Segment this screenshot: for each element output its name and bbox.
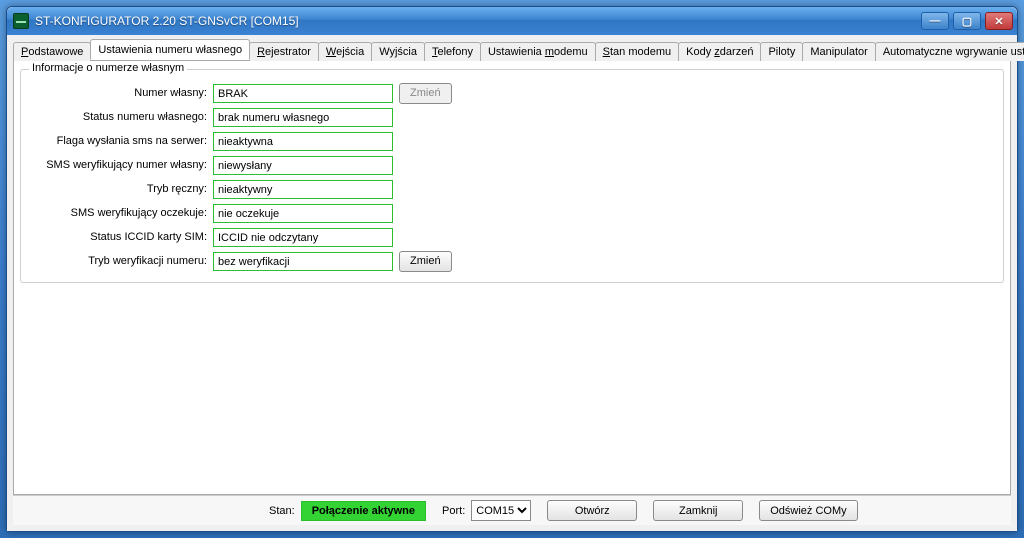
tab-telefony[interactable]: Telefony <box>424 42 481 61</box>
tab-ustawienia-numeru[interactable]: Ustawienia numeru własnego <box>90 39 250 60</box>
value-sms-waiting: nie oczekuje <box>213 204 393 223</box>
tab-piloty[interactable]: Piloty <box>760 42 803 61</box>
value-manual-mode: nieaktywny <box>213 180 393 199</box>
group-own-number-info: Informacje o numerze własnym Numer własn… <box>20 69 1004 283</box>
status-state-label: Stan: <box>269 505 295 517</box>
tab-ustawienia-modemu[interactable]: Ustawienia modemu <box>480 42 596 61</box>
open-button[interactable]: Otwórz <box>547 500 637 521</box>
label-iccid: Status ICCID karty SIM: <box>29 231 213 243</box>
row-manual-mode: Tryb ręczny: nieaktywny <box>29 178 995 200</box>
label-own-number: Numer własny: <box>29 87 213 99</box>
status-state-group: Stan: Połączenie aktywne <box>269 501 426 521</box>
row-sms-flag: Flaga wysłania sms na serwer: nieaktywna <box>29 130 995 152</box>
client-area: Podstawowe Ustawienia numeru własnego Re… <box>7 35 1017 531</box>
label-sms-waiting: SMS weryfikujący oczekuje: <box>29 207 213 219</box>
tab-kody-zdarzen[interactable]: Kody zdarzeń <box>678 42 761 61</box>
port-select[interactable]: COM15 <box>471 500 531 521</box>
row-sms-verify: SMS weryfikujący numer własny: niewysłan… <box>29 154 995 176</box>
tab-rejestrator[interactable]: Rejestrator <box>249 42 319 61</box>
app-icon <box>13 13 29 29</box>
value-verify-mode: bez weryfikacji <box>213 252 393 271</box>
tab-podstawowe[interactable]: Podstawowe <box>13 42 91 61</box>
tab-wyjscia[interactable]: Wyjścia <box>371 42 425 61</box>
tab-manipulator[interactable]: Manipulator <box>802 42 875 61</box>
close-button[interactable]: ✕ <box>985 12 1013 30</box>
label-own-number-status: Status numeru własnego: <box>29 111 213 123</box>
window-title: ST-KONFIGURATOR 2.20 ST-GNSvCR [COM15] <box>35 14 921 28</box>
change-verify-mode-button[interactable]: Zmień <box>399 251 452 272</box>
value-own-number: BRAK <box>213 84 393 103</box>
tab-content: Informacje o numerze własnym Numer własn… <box>13 61 1011 495</box>
close-port-button[interactable]: Zamknij <box>653 500 743 521</box>
status-port-group: Port: COM15 <box>442 500 531 521</box>
row-iccid: Status ICCID karty SIM: ICCID nie odczyt… <box>29 226 995 248</box>
app-window: ST-KONFIGURATOR 2.20 ST-GNSvCR [COM15] —… <box>6 6 1018 532</box>
value-own-number-status: brak numeru własnego <box>213 108 393 127</box>
tab-stan-modemu[interactable]: Stan modemu <box>595 42 680 61</box>
maximize-button[interactable]: ▢ <box>953 12 981 30</box>
titlebar: ST-KONFIGURATOR 2.20 ST-GNSvCR [COM15] —… <box>7 7 1017 35</box>
tab-bar: Podstawowe Ustawienia numeru własnego Re… <box>13 39 1011 61</box>
row-own-number-status: Status numeru własnego: brak numeru włas… <box>29 106 995 128</box>
label-sms-verify: SMS weryfikujący numer własny: <box>29 159 213 171</box>
group-title: Informacje o numerze własnym <box>29 62 187 74</box>
refresh-coms-button[interactable]: Odśwież COMy <box>759 500 857 521</box>
row-verify-mode: Tryb weryfikacji numeru: bez weryfikacji… <box>29 250 995 272</box>
label-manual-mode: Tryb ręczny: <box>29 183 213 195</box>
status-port-label: Port: <box>442 505 465 517</box>
minimize-button[interactable]: — <box>921 12 949 30</box>
row-sms-waiting: SMS weryfikujący oczekuje: nie oczekuje <box>29 202 995 224</box>
window-controls: — ▢ ✕ <box>921 12 1013 30</box>
form-rows: Numer własny: BRAK Zmień Status numeru w… <box>29 82 995 272</box>
tab-auto-wgrywanie[interactable]: Automatyczne wgrywanie ustawień <box>875 42 1024 61</box>
row-own-number: Numer własny: BRAK Zmień <box>29 82 995 104</box>
label-verify-mode: Tryb weryfikacji numeru: <box>29 255 213 267</box>
status-state-value: Połączenie aktywne <box>301 501 426 521</box>
value-sms-verify: niewysłany <box>213 156 393 175</box>
change-own-number-button[interactable]: Zmień <box>399 83 452 104</box>
status-bar: Stan: Połączenie aktywne Port: COM15 Otw… <box>13 495 1011 525</box>
tab-wejscia[interactable]: Wejścia <box>318 42 372 61</box>
value-sms-flag: nieaktywna <box>213 132 393 151</box>
label-sms-flag: Flaga wysłania sms na serwer: <box>29 135 213 147</box>
value-iccid: ICCID nie odczytany <box>213 228 393 247</box>
